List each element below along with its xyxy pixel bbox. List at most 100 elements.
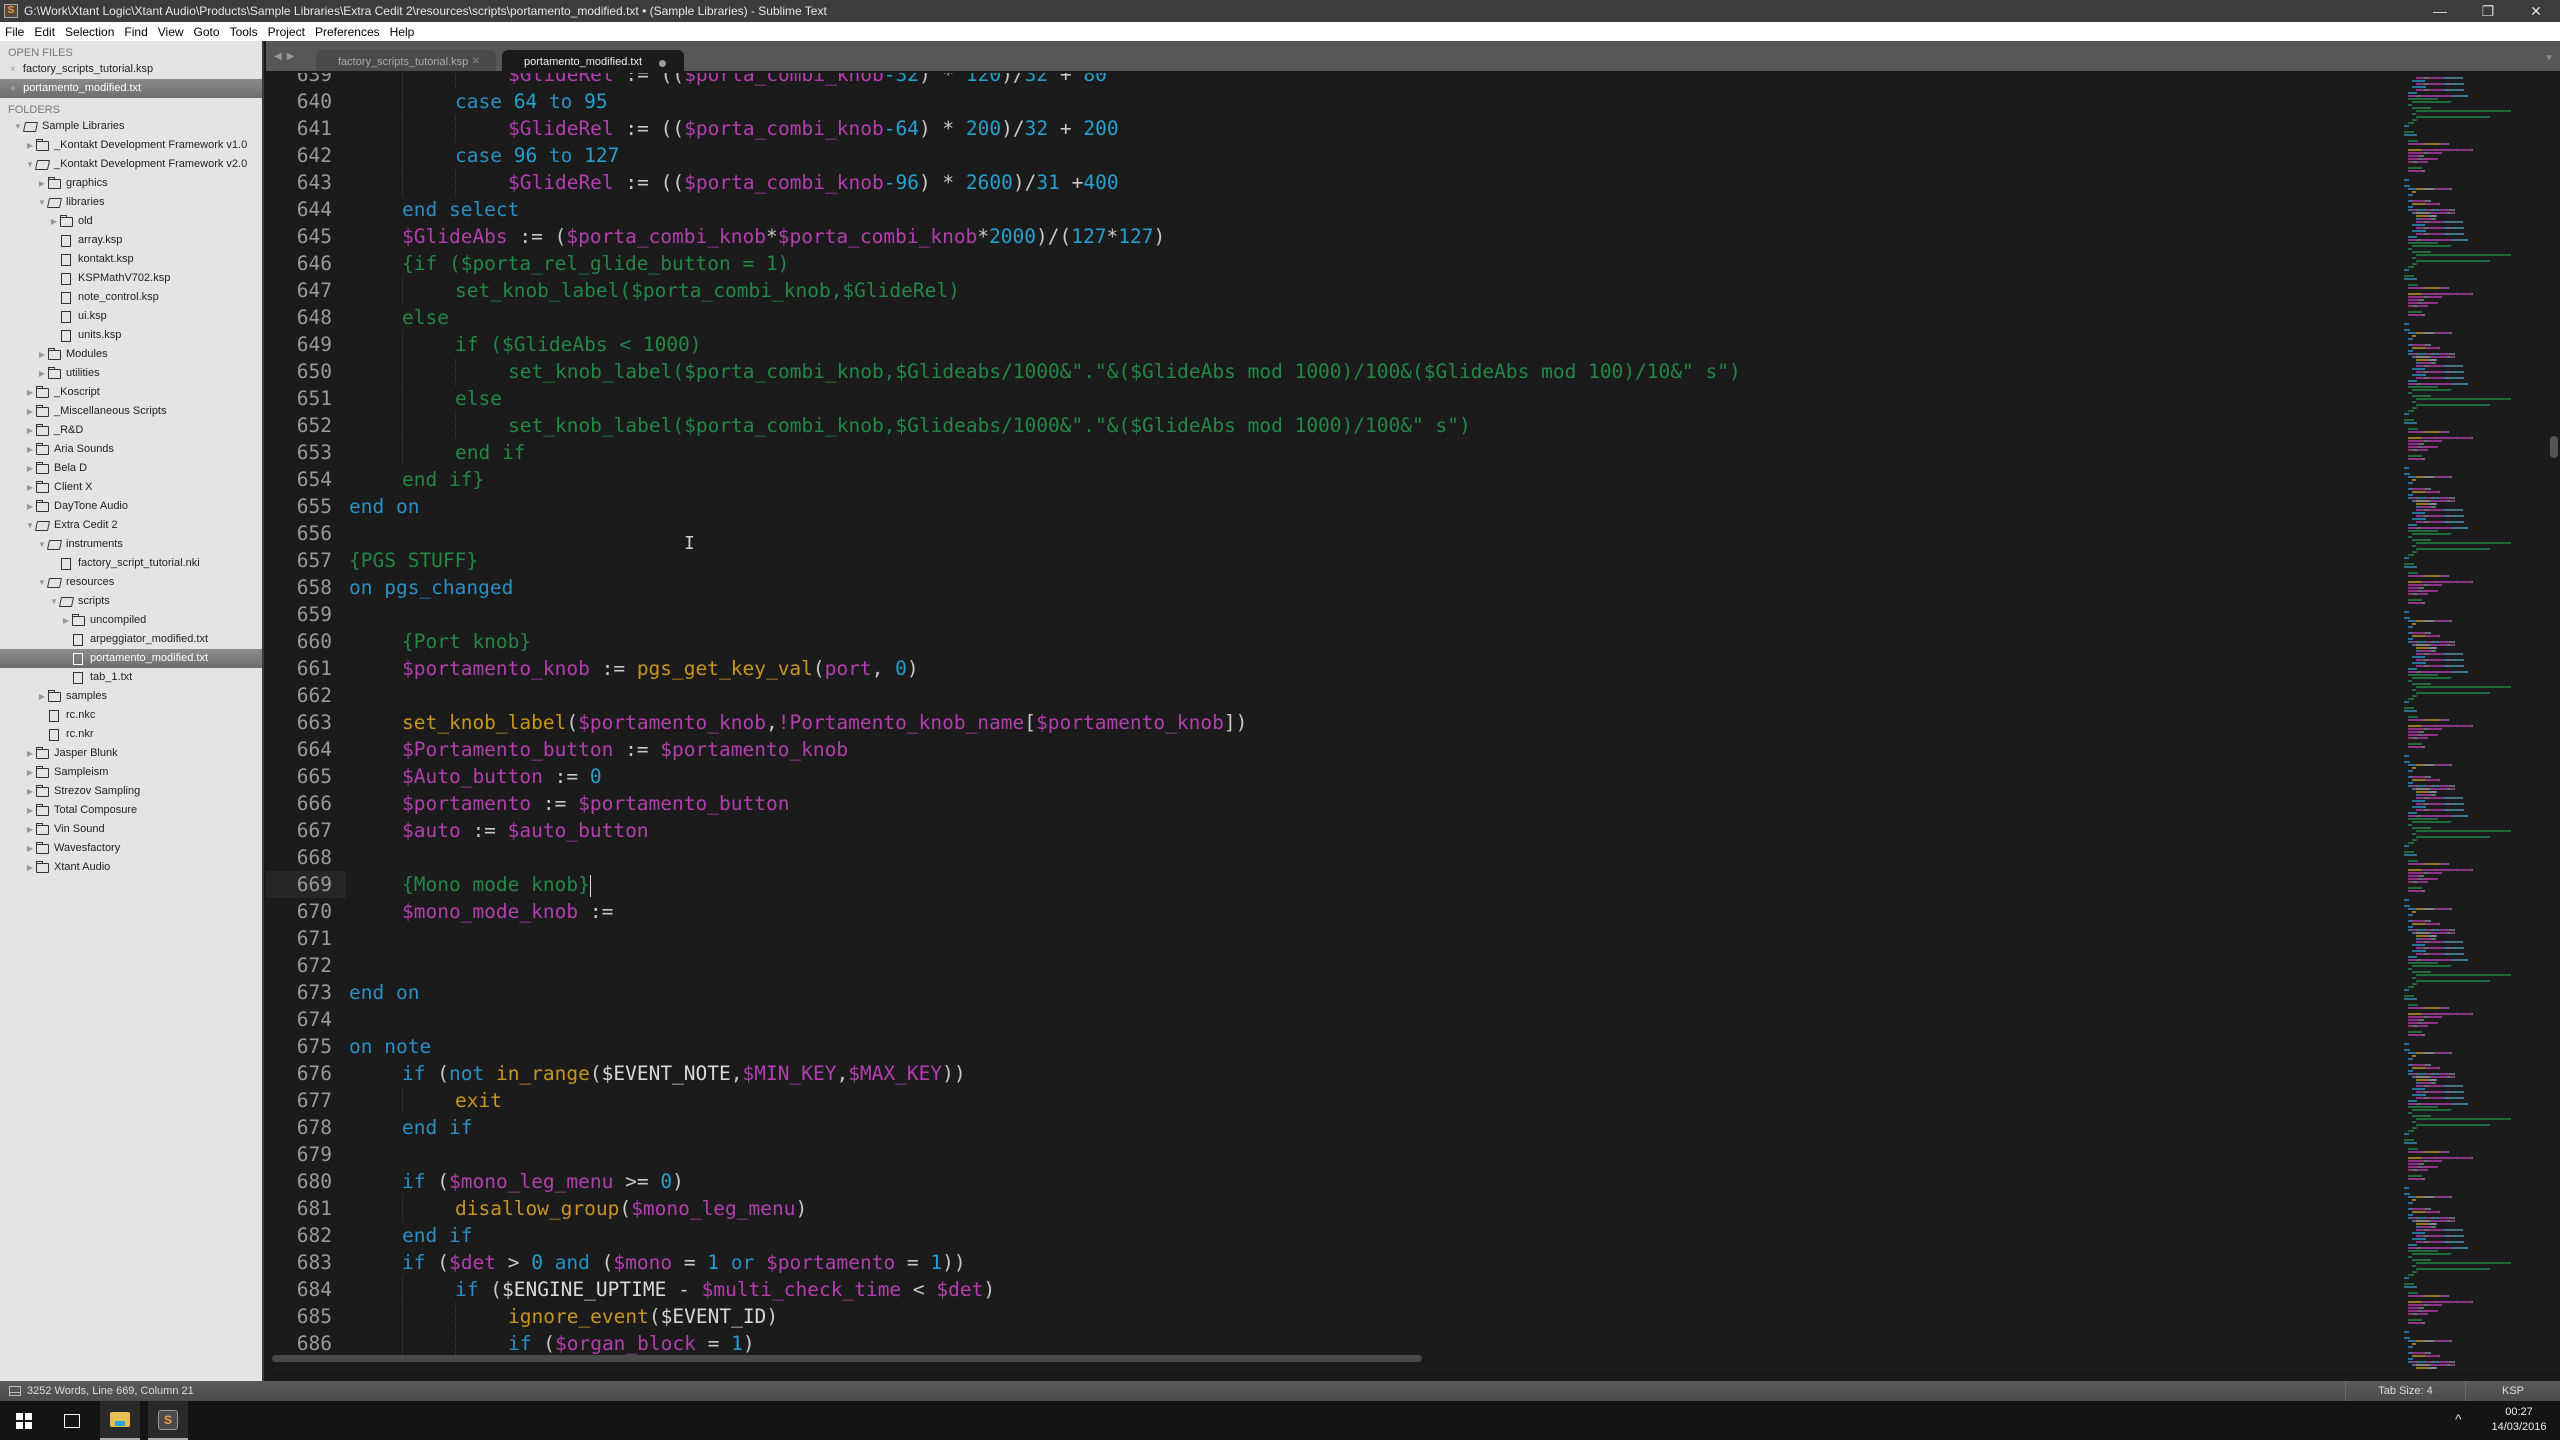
tree-folder[interactable]: ▼ instruments [0,535,262,554]
menu-tools[interactable]: Tools [225,25,263,39]
disclosure-collapsed-icon[interactable]: ▶ [24,744,36,763]
code-line[interactable]: 660 {Port knob} [266,628,2386,655]
code-line[interactable]: 673 end on [266,979,2386,1006]
code-line[interactable]: 651 else [266,385,2386,412]
code-line[interactable]: 686 if ($organ_block = 1) [266,1330,2386,1357]
close-file-icon[interactable]: × [10,64,16,75]
disclosure-expanded-icon[interactable]: ▼ [24,155,36,174]
disclosure-expanded-icon[interactable]: ▼ [36,535,48,554]
tree-folder[interactable]: ▶ graphics [0,174,262,193]
menu-help[interactable]: Help [385,25,420,39]
tree-folder[interactable]: ▶ Client X [0,478,262,497]
code-line[interactable]: 665 $Auto_button := 0 [266,763,2386,790]
file-explorer-taskbar-button[interactable] [100,1401,140,1440]
disclosure-collapsed-icon[interactable]: ▶ [24,402,36,421]
tree-folder[interactable]: ▶ _Miscellaneous Scripts [0,402,262,421]
disclosure-collapsed-icon[interactable]: ▶ [36,345,48,364]
code-line[interactable]: 670 $mono_mode_knob := [266,898,2386,925]
tree-folder[interactable]: ▶ _Kontakt Development Framework v1.0 [0,136,262,155]
disclosure-collapsed-icon[interactable]: ▶ [24,136,36,155]
code-line[interactable]: 650 set_knob_label($porta_combi_knob,$Gli… [266,358,2386,385]
tree-folder[interactable]: ▼ _Kontakt Development Framework v2.0 [0,155,262,174]
sublime-text-taskbar-button[interactable]: S [148,1401,188,1440]
code-line[interactable]: 655 end on [266,493,2386,520]
tree-folder[interactable]: ▼ Extra Cedit 2 [0,516,262,535]
code-line[interactable]: 662 [266,682,2386,709]
unsaved-dot-icon[interactable]: ● [10,83,16,94]
disclosure-collapsed-icon[interactable]: ▶ [24,383,36,402]
code-line[interactable]: 676 if (not in_range($EVENT_NOTE,$MIN_KEY… [266,1060,2386,1087]
code-line[interactable]: 658 on pgs_changed [266,574,2386,601]
code-line[interactable]: 684 if ($ENGINE_UPTIME - $multi_check_tim… [266,1276,2386,1303]
code-line[interactable]: 672 [266,952,2386,979]
menu-preferences[interactable]: Preferences [310,25,385,39]
code-line[interactable]: 639 $GlideRel := (($porta_combi_knob-32) … [266,73,2386,88]
menu-edit[interactable]: Edit [29,25,60,39]
code-line[interactable]: 656 [266,520,2386,547]
horizontal-scrollbar[interactable] [272,1355,1422,1362]
disclosure-collapsed-icon[interactable]: ▶ [24,782,36,801]
tab-factory-scripts-tutorial[interactable]: factory_scripts_tutorial.ksp ✕ [316,50,496,73]
code-line[interactable]: 659 [266,601,2386,628]
code-line[interactable]: 640 case 64 to 95 [266,88,2386,115]
tree-folder[interactable]: ▼ resources [0,573,262,592]
code-line[interactable]: 642 case 96 to 127 [266,142,2386,169]
disclosure-collapsed-icon[interactable]: ▶ [60,611,72,630]
code-line[interactable]: 675 on note [266,1033,2386,1060]
code-line[interactable]: 663 set_knob_label($portamento_knob,!Port… [266,709,2386,736]
code-line[interactable]: 682 end if [266,1222,2386,1249]
task-view-button[interactable] [52,1401,92,1440]
tree-folder[interactable]: ▶ Aria Sounds [0,440,262,459]
minimap[interactable] [2396,73,2536,1370]
menu-find[interactable]: Find [119,25,152,39]
disclosure-collapsed-icon[interactable]: ▶ [36,687,48,706]
disclosure-collapsed-icon[interactable]: ▶ [24,421,36,440]
code-line[interactable]: 661 $portamento_knob := pgs_get_key_val(p… [266,655,2386,682]
menu-view[interactable]: View [153,25,189,39]
code-line[interactable]: 678 end if [266,1114,2386,1141]
code-line[interactable]: 652 set_knob_label($porta_combi_knob,$Gli… [266,412,2386,439]
menu-file[interactable]: File [0,25,29,39]
tree-folder[interactable]: ▼ scripts [0,592,262,611]
menu-project[interactable]: Project [263,25,310,39]
tree-file[interactable]: rc.nkr [0,725,262,744]
code-line[interactable]: 683 if ($det > 0 and ($mono = 1 or $porta… [266,1249,2386,1276]
tree-file[interactable]: portamento_modified.txt [0,649,262,668]
disclosure-collapsed-icon[interactable]: ▶ [36,364,48,383]
vertical-scrollbar[interactable] [2550,436,2558,458]
tree-folder[interactable]: ▶ Jasper Blunk [0,744,262,763]
tree-folder[interactable]: ▼ Sample Libraries [0,117,262,136]
tree-folder[interactable]: ▶ Modules [0,345,262,364]
clock[interactable]: 00:27 14/03/2016 [2484,1405,2554,1435]
disclosure-collapsed-icon[interactable]: ▶ [24,497,36,516]
disclosure-collapsed-icon[interactable]: ▶ [24,459,36,478]
tree-folder[interactable]: ▶ Vin Sound [0,820,262,839]
tree-folder[interactable]: ▶ Strezov Sampling [0,782,262,801]
minimize-button[interactable]: — [2416,0,2464,22]
tree-file[interactable]: note_control.ksp [0,288,262,307]
tab-list-dropdown-icon[interactable]: ▼ [2544,53,2554,64]
code-line[interactable]: 654 end if} [266,466,2386,493]
tree-file[interactable]: ui.ksp [0,307,262,326]
code-line[interactable]: 671 [266,925,2386,952]
tree-folder[interactable]: ▶ samples [0,687,262,706]
maximize-button[interactable]: ❐ [2464,0,2512,22]
tree-folder[interactable]: ▶ Total Composure [0,801,262,820]
disclosure-collapsed-icon[interactable]: ▶ [24,801,36,820]
tree-folder[interactable]: ▶ DayTone Audio [0,497,262,516]
code-line[interactable]: 657 {PGS STUFF} [266,547,2386,574]
code-editor[interactable]: 639 $GlideRel := (($porta_combi_knob-32) … [266,73,2560,1370]
tree-file[interactable]: tab_1.txt [0,668,262,687]
tree-folder[interactable]: ▶ old [0,212,262,231]
tree-file[interactable]: units.ksp [0,326,262,345]
menu-goto[interactable]: Goto [189,25,225,39]
tree-folder[interactable]: ▶ Bela D [0,459,262,478]
code-line[interactable]: 645 $GlideAbs := ($porta_combi_knob*$port… [266,223,2386,250]
disclosure-expanded-icon[interactable]: ▼ [36,193,48,212]
tab-portamento-modified[interactable]: portamento_modified.txt [502,50,684,73]
code-line[interactable]: 669 {Mono mode knob} [266,871,2386,898]
disclosure-collapsed-icon[interactable]: ▶ [24,478,36,497]
disclosure-collapsed-icon[interactable]: ▶ [24,858,36,877]
disclosure-expanded-icon[interactable]: ▼ [12,117,24,136]
tree-file[interactable]: arpeggiator_modified.txt [0,630,262,649]
